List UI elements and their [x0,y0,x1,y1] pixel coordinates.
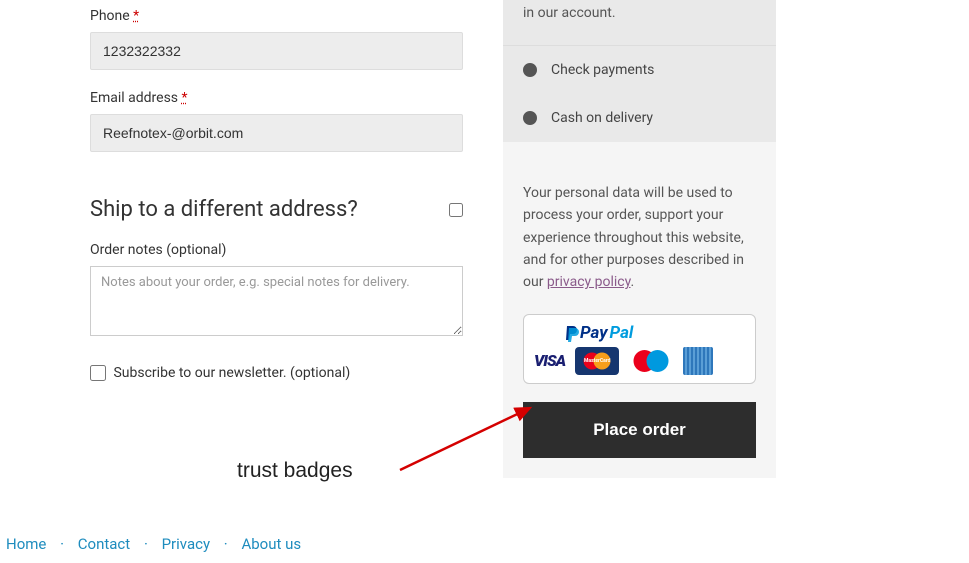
order-notes-textarea[interactable] [90,266,463,336]
footer-nav: Home · Contact · Privacy · About us [6,535,301,553]
footer-separator: · [224,535,228,553]
ship-different-checkbox[interactable] [449,203,463,217]
maestro-badge-icon [629,347,673,375]
paypal-pay-text: Pay [580,323,608,343]
required-star-icon: * [182,90,188,106]
footer-link-about[interactable]: About us [241,535,301,553]
place-order-button[interactable]: Place order [523,402,756,458]
footer-link-privacy[interactable]: Privacy [162,535,210,553]
footer-separator: · [144,535,148,553]
required-star-icon: * [133,8,139,24]
order-summary-lower: Your personal data will be used to proce… [503,162,776,478]
trust-badges-box: PayPal VISA MasterCard [523,314,756,384]
footer-separator: · [60,535,64,553]
mastercard-badge-icon: MasterCard [575,347,619,375]
phone-field-block: Phone * [90,8,463,70]
privacy-text: Your personal data will be used to proce… [523,182,756,294]
payment-methods-box: shipped until the funds have cleared in … [503,0,776,142]
newsletter-row: Subscribe to our newsletter. (optional) [90,365,463,381]
ship-different-heading: Ship to a different address? [90,197,358,222]
phone-input[interactable] [90,32,463,70]
email-label: Email address * [90,90,463,106]
radio-icon [523,63,537,77]
card-badge-row: VISA MasterCard [534,347,745,375]
email-input[interactable] [90,114,463,152]
paypal-pal-text: Pal [610,323,634,343]
email-field-block: Email address * [90,90,463,152]
footer-link-home[interactable]: Home [6,535,46,553]
radio-icon [523,111,537,125]
payment-option-cod[interactable]: Cash on delivery [503,94,776,142]
ship-different-address-row: Ship to a different address? [90,197,463,222]
payment-option-label: Cash on delivery [551,110,653,126]
email-label-text: Email address [90,90,178,106]
separator [503,142,776,162]
paypal-logo: PayPal [564,323,745,343]
footer-link-contact[interactable]: Contact [78,535,130,553]
bank-transfer-note: shipped until the funds have cleared in … [503,0,776,45]
newsletter-label: Subscribe to our newsletter. (optional) [113,365,350,381]
newsletter-checkbox[interactable] [90,365,106,381]
payment-option-label: Check payments [551,62,654,78]
privacy-policy-link[interactable]: privacy policy [547,274,631,290]
paypal-icon [564,325,578,341]
amex-badge-icon [683,347,713,375]
visa-badge-icon: VISA [534,351,565,370]
phone-label-text: Phone [90,8,130,24]
phone-label: Phone * [90,8,463,24]
order-notes-label: Order notes (optional) [90,242,463,258]
payment-option-check[interactable]: Check payments [503,45,776,94]
